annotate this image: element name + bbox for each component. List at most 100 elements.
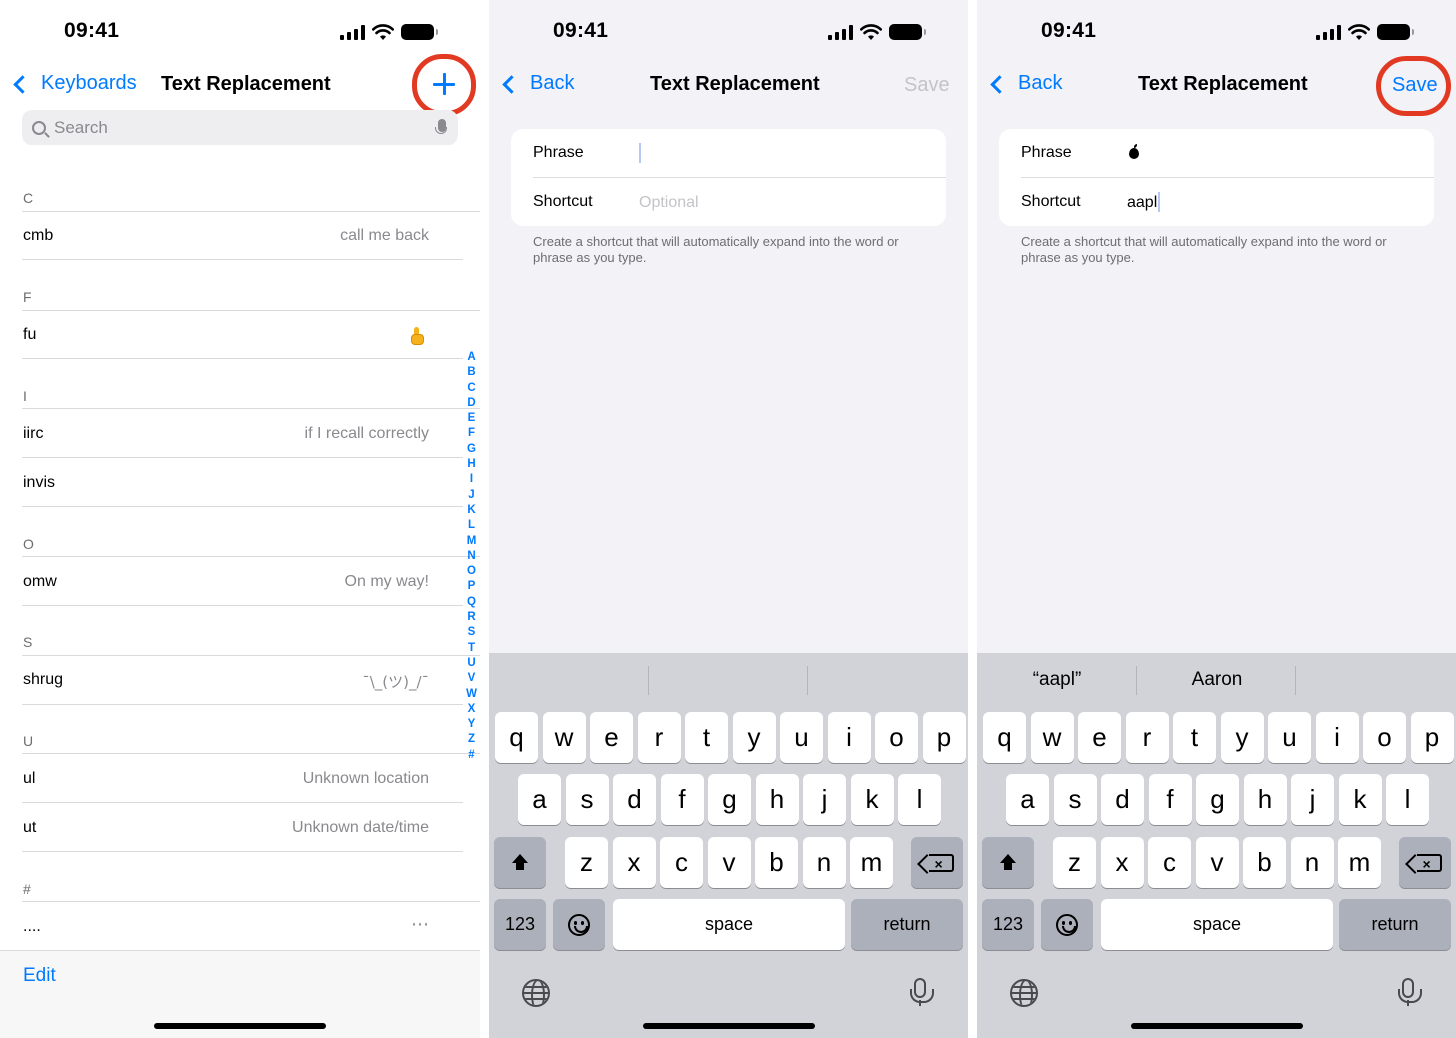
key-i[interactable]: i [1315, 712, 1359, 763]
key-p[interactable]: p [922, 712, 966, 763]
section-index[interactable]: A B C D E F G H I J K L M N O P Q R S T U V W X Y Z # [463, 350, 480, 763]
key-v[interactable]: v [707, 837, 751, 888]
key-y[interactable]: y [1220, 712, 1264, 763]
index-letter[interactable]: Z [468, 732, 475, 747]
index-letter[interactable]: R [467, 610, 475, 625]
index-letter[interactable]: Q [467, 595, 476, 610]
key-u[interactable]: u [1268, 712, 1311, 763]
index-letter[interactable]: V [468, 671, 476, 686]
shortcut-field[interactable]: Optional [639, 194, 699, 212]
delete-key[interactable]: × [1399, 837, 1451, 888]
key-k[interactable]: k [850, 774, 894, 825]
shortcut-field[interactable]: aapl [1127, 194, 1157, 212]
index-letter[interactable]: U [467, 656, 475, 671]
index-letter[interactable]: E [468, 411, 476, 426]
key-h[interactable]: h [755, 774, 799, 825]
search-field[interactable]: Search [22, 110, 458, 145]
key-j[interactable]: j [803, 774, 846, 825]
key-w[interactable]: w [1030, 712, 1074, 763]
back-to-keyboards-button[interactable]: Keyboards [13, 72, 137, 95]
index-letter[interactable]: L [468, 518, 475, 533]
key-t[interactable]: t [685, 712, 728, 763]
dictation-mic-icon[interactable] [1398, 978, 1422, 1003]
index-letter[interactable]: C [467, 381, 475, 396]
space-key[interactable]: space [1101, 899, 1333, 950]
key-s[interactable]: s [1053, 774, 1097, 825]
key-i[interactable]: i [827, 712, 871, 763]
key-b[interactable]: b [755, 837, 798, 888]
index-letter[interactable]: G [467, 442, 476, 457]
key-o[interactable]: o [875, 712, 918, 763]
return-key[interactable]: return [1339, 899, 1451, 950]
save-button[interactable]: Save [904, 74, 950, 97]
key-l[interactable]: l [898, 774, 941, 825]
globe-icon[interactable] [1010, 979, 1038, 1007]
key-q[interactable]: q [495, 712, 538, 763]
key-a[interactable]: a [1006, 774, 1049, 825]
key-j[interactable]: j [1291, 774, 1334, 825]
key-m[interactable]: m [1338, 837, 1381, 888]
index-letter[interactable]: M [467, 534, 477, 549]
emoji-key[interactable] [1041, 899, 1093, 950]
key-c[interactable]: c [660, 837, 703, 888]
key-l[interactable]: l [1386, 774, 1429, 825]
back-button[interactable]: Back [502, 72, 574, 95]
key-g[interactable]: g [708, 774, 751, 825]
key-d[interactable]: d [1101, 774, 1144, 825]
index-letter[interactable]: N [467, 549, 475, 564]
space-key[interactable]: space [613, 899, 845, 950]
key-f[interactable]: f [660, 774, 704, 825]
edit-button[interactable]: Edit [23, 965, 56, 987]
index-letter[interactable]: H [467, 457, 475, 472]
key-o[interactable]: o [1363, 712, 1406, 763]
key-e[interactable]: e [1078, 712, 1121, 763]
key-m[interactable]: m [850, 837, 893, 888]
dictation-mic-icon[interactable] [910, 978, 934, 1003]
index-letter[interactable]: K [467, 503, 475, 518]
key-f[interactable]: f [1148, 774, 1192, 825]
key-t[interactable]: t [1173, 712, 1216, 763]
key-q[interactable]: q [983, 712, 1026, 763]
key-a[interactable]: a [518, 774, 561, 825]
index-letter[interactable]: A [467, 350, 475, 365]
index-letter[interactable]: F [468, 426, 475, 441]
back-button[interactable]: Back [990, 72, 1062, 95]
shift-key[interactable] [494, 837, 546, 888]
key-r[interactable]: r [637, 712, 681, 763]
suggestion-aaron[interactable]: Aaron [1137, 669, 1297, 691]
index-letter[interactable]: B [467, 365, 475, 380]
key-w[interactable]: w [542, 712, 586, 763]
key-k[interactable]: k [1338, 774, 1382, 825]
key-g[interactable]: g [1196, 774, 1239, 825]
key-r[interactable]: r [1125, 712, 1169, 763]
index-letter[interactable]: X [468, 702, 476, 717]
index-letter[interactable]: O [467, 564, 476, 579]
shift-key[interactable] [982, 837, 1034, 888]
index-letter[interactable]: J [468, 488, 474, 503]
key-v[interactable]: v [1195, 837, 1239, 888]
key-x[interactable]: x [1100, 837, 1144, 888]
globe-icon[interactable] [522, 979, 550, 1007]
key-h[interactable]: h [1243, 774, 1287, 825]
emoji-key[interactable] [553, 899, 605, 950]
suggestion-literal[interactable]: “aapl” [977, 669, 1137, 691]
key-d[interactable]: d [613, 774, 656, 825]
key-y[interactable]: y [732, 712, 776, 763]
index-letter[interactable]: # [468, 748, 474, 763]
key-z[interactable]: z [565, 837, 608, 888]
index-letter[interactable]: W [466, 687, 477, 702]
key-s[interactable]: s [565, 774, 609, 825]
key-u[interactable]: u [780, 712, 823, 763]
index-letter[interactable]: D [467, 396, 475, 411]
key-b[interactable]: b [1243, 837, 1286, 888]
dictation-mic-icon[interactable] [435, 119, 447, 134]
return-key[interactable]: return [851, 899, 963, 950]
numbers-key[interactable]: 123 [982, 899, 1034, 950]
index-letter[interactable]: Y [468, 717, 476, 732]
index-letter[interactable]: T [468, 641, 475, 656]
key-z[interactable]: z [1053, 837, 1096, 888]
index-letter[interactable]: S [468, 625, 476, 640]
delete-key[interactable]: × [911, 837, 963, 888]
index-letter[interactable]: I [470, 472, 473, 487]
key-p[interactable]: p [1410, 712, 1454, 763]
